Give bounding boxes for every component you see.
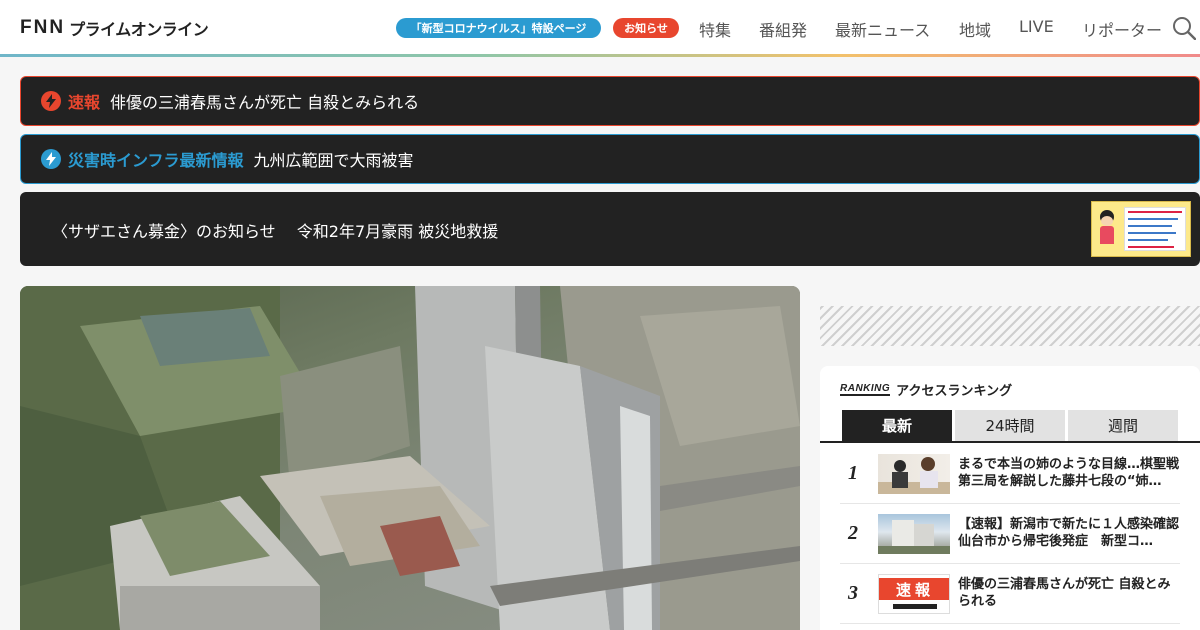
disaster-tag: 災害時インフラ最新情報 <box>68 151 244 170</box>
lightning-icon <box>41 91 61 111</box>
rank-number: 2 <box>848 522 858 544</box>
nav-item-reporters[interactable]: リポーター <box>1082 17 1162 41</box>
site-logo[interactable]: FNN プライムオンライン <box>20 17 209 39</box>
logo-text: プライムオンライン <box>69 20 209 39</box>
tab-weekly[interactable]: 週間 <box>1068 410 1178 441</box>
nav-item-regions[interactable]: 地域 <box>959 17 991 41</box>
search-icon[interactable] <box>1172 16 1196 40</box>
tab-24-hours[interactable]: 24時間 <box>955 410 1065 441</box>
donation-banner[interactable]: 〈サザエさん募金〉のお知らせ 令和2年7月豪雨 被災地救援 <box>20 192 1200 266</box>
ranking-headline-1[interactable]: まるで本当の姉のような目線…棋聖戦第三局を解説した藤井七段の“姉… <box>958 456 1180 490</box>
header-gradient-bar <box>0 54 1200 57</box>
donation-banner-text[interactable]: 〈サザエさん募金〉のお知らせ 令和2年7月豪雨 被災地救援 <box>52 218 498 242</box>
disaster-headline[interactable]: 九州広範囲で大雨被害 <box>254 147 414 171</box>
nav-item-programs[interactable]: 番組発 <box>759 17 807 41</box>
nav-item-live[interactable]: LIVE <box>1019 17 1054 36</box>
ranking-item-3[interactable]: 3 速報 俳優の三浦春馬さんが死亡 自殺とみられる <box>840 564 1180 624</box>
breaking-tag: 速報 <box>68 93 101 112</box>
ranking-header: RANKING アクセスランキング <box>840 380 1012 399</box>
ranking-title: アクセスランキング <box>896 384 1013 399</box>
ranking-headline-3[interactable]: 俳優の三浦春馬さんが死亡 自殺とみられる <box>958 576 1180 610</box>
logo-mark: FNN <box>20 17 66 38</box>
tab-underline <box>820 441 1200 443</box>
donation-banner-image[interactable] <box>1091 201 1191 257</box>
ranking-thumbnail-1[interactable] <box>878 454 950 494</box>
hero-article-image[interactable] <box>20 286 800 630</box>
nav-item-features[interactable]: 特集 <box>699 17 731 41</box>
tab-latest[interactable]: 最新 <box>842 410 952 441</box>
access-ranking-panel: RANKING アクセスランキング 最新 24時間 週間 1 まるで本当の姉のよ… <box>820 366 1200 630</box>
covid-special-page-pill[interactable]: 「新型コロナウイルス」特設ページ <box>396 18 601 38</box>
fnn-logo-mark <box>893 604 937 609</box>
ranking-headline-2[interactable]: 【速報】新潟市で新たに１人感染確認 仙台市から帰宅後発症 新型コ… <box>958 516 1180 550</box>
nav-item-latest-news[interactable]: 最新ニュース <box>835 17 930 41</box>
ad-placeholder <box>820 306 1200 346</box>
site-header: FNN プライムオンライン 「新型コロナウイルス」特設ページ お知らせ 特集 番… <box>0 0 1200 54</box>
ranking-item-2[interactable]: 2 【速報】新潟市で新たに１人感染確認 仙台市から帰宅後発症 新型コ… <box>840 504 1180 564</box>
breaking-news-alert[interactable]: 速報 俳優の三浦春馬さんが死亡 自殺とみられる <box>20 76 1200 126</box>
ranking-label-en: RANKING <box>840 382 891 396</box>
disaster-info-alert[interactable]: 災害時インフラ最新情報 九州広範囲で大雨被害 <box>20 134 1200 184</box>
ranking-thumbnail-3[interactable]: 速報 <box>878 574 950 614</box>
lightning-icon <box>41 149 61 169</box>
ranking-thumbnail-2[interactable] <box>878 514 950 554</box>
breaking-headline[interactable]: 俳優の三浦春馬さんが死亡 自殺とみられる <box>110 89 419 113</box>
notice-pill[interactable]: お知らせ <box>613 18 679 38</box>
rank-number: 1 <box>848 462 858 484</box>
aerial-city-photo <box>20 286 800 630</box>
breaking-badge: 速報 <box>879 578 949 600</box>
ranking-item-1[interactable]: 1 まるで本当の姉のような目線…棋聖戦第三局を解説した藤井七段の“姉… <box>840 444 1180 504</box>
rank-number: 3 <box>848 582 858 604</box>
